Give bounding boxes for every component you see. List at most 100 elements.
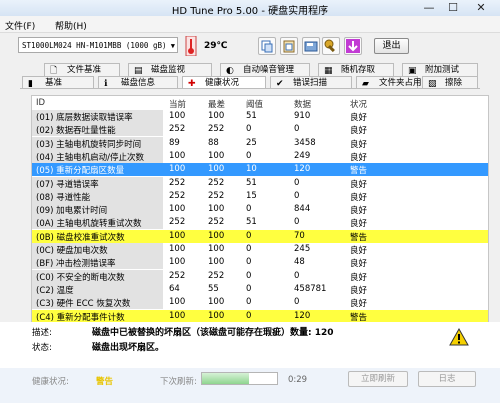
- tab-file-benchmark[interactable]: 🗋 文件基准: [44, 63, 120, 76]
- tab-label: 基准: [45, 78, 63, 88]
- options-button[interactable]: [322, 37, 340, 55]
- tab-label: 错误扫描: [293, 78, 328, 88]
- table-row[interactable]: (07) 寻道错误率 252 252 51 0 良好: [32, 176, 488, 190]
- error-scan-icon: ✔: [276, 79, 284, 89]
- cell-id: (05) 重新分配扇区数量: [36, 166, 125, 177]
- cell-data: 48: [294, 257, 305, 268]
- table-row[interactable]: (03) 主轴电机旋转同步时间 89 88 25 3458 良好: [32, 136, 488, 150]
- cell-threshold: 0: [246, 297, 252, 308]
- column-header-data[interactable]: 数据: [294, 98, 311, 110]
- cell-threshold: 15: [246, 190, 257, 201]
- cell-threshold: 0: [246, 283, 252, 294]
- table-row[interactable]: (09) 加电累计时间 100 100 0 844 良好: [32, 203, 488, 217]
- table-row[interactable]: (0A) 主轴电机旋转重试次数 252 252 51 0 良好: [32, 216, 488, 230]
- close-button[interactable]: ✕: [466, 1, 496, 14]
- save-screenshot-button[interactable]: [302, 37, 320, 55]
- cell-threshold: 51: [246, 217, 257, 228]
- column-header-current[interactable]: 当前: [169, 98, 186, 110]
- menu-help[interactable]: 帮助(H): [55, 19, 87, 32]
- cell-current: 100: [169, 111, 186, 121]
- exit-button[interactable]: 退出: [374, 38, 409, 54]
- cell-threshold: 0: [246, 124, 252, 135]
- cell-current: 100: [169, 150, 186, 161]
- tab-divider: [20, 88, 480, 89]
- table-row[interactable]: (BF) 冲击检测错误率 100 100 0 48 良好: [32, 256, 488, 270]
- clipboard-icon: [283, 40, 295, 53]
- maximize-button[interactable]: ☐: [442, 1, 464, 14]
- health-cross-icon: ✚: [188, 79, 196, 89]
- cell-current: 252: [169, 190, 186, 201]
- table-row[interactable]: (01) 底层数据读取错误率 100 100 51 910 良好: [32, 110, 488, 123]
- tab-label: 随机存取: [341, 65, 376, 75]
- cell-id: (0A) 主轴电机旋转重试次数: [36, 219, 142, 230]
- cell-worst: 100: [208, 244, 225, 254]
- log-button[interactable]: 日志: [418, 371, 476, 387]
- warning-icon: [449, 328, 469, 346]
- table-row[interactable]: (04) 主轴电机启动/停止次数 100 100 0 249 良好: [32, 149, 488, 163]
- tab-label: 磁盘监视: [151, 65, 186, 75]
- table-row[interactable]: (05) 重新分配扇区数量 100 100 10 120 警告: [32, 163, 488, 177]
- temperature-value: 29℃: [204, 41, 228, 51]
- table-row[interactable]: (C3) 硬件 ECC 恢复次数 100 100 0 0 良好: [32, 296, 488, 310]
- cell-worst: 100: [208, 111, 225, 121]
- title-bar[interactable]: HD Tune Pro 5.00 - 硬盘实用程序 — ☐ ✕: [0, 0, 500, 17]
- cell-status: 良好: [350, 139, 368, 150]
- copy-info-button[interactable]: [258, 37, 276, 55]
- cell-id: (03) 主轴电机旋转同步时间: [36, 139, 142, 150]
- cell-status: 良好: [350, 192, 368, 203]
- table-row[interactable]: (C0) 不安全的断电次数 252 252 0 0 良好: [32, 269, 488, 283]
- cell-worst: 100: [208, 204, 225, 215]
- tab-aam[interactable]: ◐ 自动噪音管理: [220, 63, 310, 76]
- table-row[interactable]: (0B) 磁盘校准重试次数 100 100 0 70 警告: [32, 229, 488, 243]
- copy-screenshot-button[interactable]: [280, 37, 298, 55]
- camera-save-icon: [304, 41, 318, 52]
- menu-file[interactable]: 文件(F): [5, 19, 35, 32]
- cell-id: (01) 底层数据读取错误率: [36, 113, 133, 123]
- refresh-now-button[interactable]: 立即刷新: [348, 371, 408, 387]
- column-header-status[interactable]: 状况: [350, 98, 367, 110]
- cell-id: (C3) 硬件 ECC 恢复次数: [36, 299, 131, 310]
- folder-icon: ▰: [362, 79, 369, 89]
- table-row[interactable]: (08) 寻道性能 252 252 15 0 良好: [32, 189, 488, 203]
- table-row[interactable]: (C2) 温度 64 55 0 458781 良好: [32, 282, 488, 296]
- cell-status: 良好: [350, 299, 368, 310]
- cell-id: (02) 数据吞吐量性能: [36, 126, 116, 137]
- cell-status: 良好: [350, 285, 368, 296]
- tab-random-access[interactable]: ▦ 随机存取: [318, 63, 394, 76]
- cell-status: 警告: [350, 232, 368, 243]
- column-header-id[interactable]: ID: [36, 98, 45, 108]
- table-row[interactable]: (0C) 硬盘加电次数 100 100 0 245 良好: [32, 243, 488, 256]
- cell-status: 警告: [350, 312, 368, 323]
- column-header-worst[interactable]: 最差: [208, 98, 225, 110]
- cell-id: (07) 寻道错误率: [36, 179, 99, 190]
- cell-id: (0C) 硬盘加电次数: [36, 246, 108, 256]
- column-header-threshold[interactable]: 阈值: [246, 98, 263, 110]
- cell-status: 良好: [350, 113, 368, 123]
- minimize-button[interactable]: —: [418, 1, 440, 14]
- cell-data: 120: [294, 310, 311, 321]
- download-icon: [346, 39, 360, 53]
- refresh-progress-fill: [202, 373, 249, 384]
- drive-select[interactable]: ST1000LM024 HN-M101MBB (1000 gB) ▼: [18, 37, 178, 53]
- cell-data: 0: [294, 177, 300, 188]
- cell-worst: 100: [208, 297, 225, 308]
- cell-worst: 100: [208, 150, 225, 161]
- cell-data: 245: [294, 244, 311, 254]
- chevron-down-icon: ▼: [170, 42, 175, 50]
- cell-id: (C0) 不安全的断电次数: [36, 272, 125, 283]
- tab-disk-monitor[interactable]: ▤ 磁盘监视: [128, 63, 212, 76]
- table-row[interactable]: (02) 数据吞吐量性能 252 252 0 0 良好: [32, 123, 488, 137]
- cell-current: 100: [169, 230, 186, 241]
- cell-id: (0B) 磁盘校准重试次数: [36, 232, 125, 243]
- smart-table[interactable]: ID 当前 最差 阈值 数据 状况 (01) 底层数据读取错误率 100 100 51…: [31, 95, 489, 323]
- download-button[interactable]: [344, 37, 362, 55]
- tab-extra-tests[interactable]: ▣ 附加测试: [402, 63, 478, 76]
- cell-status: 良好: [350, 179, 368, 190]
- cell-status: 警告: [350, 166, 368, 177]
- app-window: HD Tune Pro 5.00 - 硬盘实用程序 — ☐ ✕ 文件(F) 帮助…: [0, 0, 500, 403]
- cell-threshold: 25: [246, 137, 257, 148]
- cell-threshold: 0: [246, 257, 252, 268]
- cell-data: 0: [294, 190, 300, 201]
- cell-current: 100: [169, 244, 186, 254]
- table-row[interactable]: (C4) 重新分配事件计数 100 100 0 120 警告: [32, 309, 488, 323]
